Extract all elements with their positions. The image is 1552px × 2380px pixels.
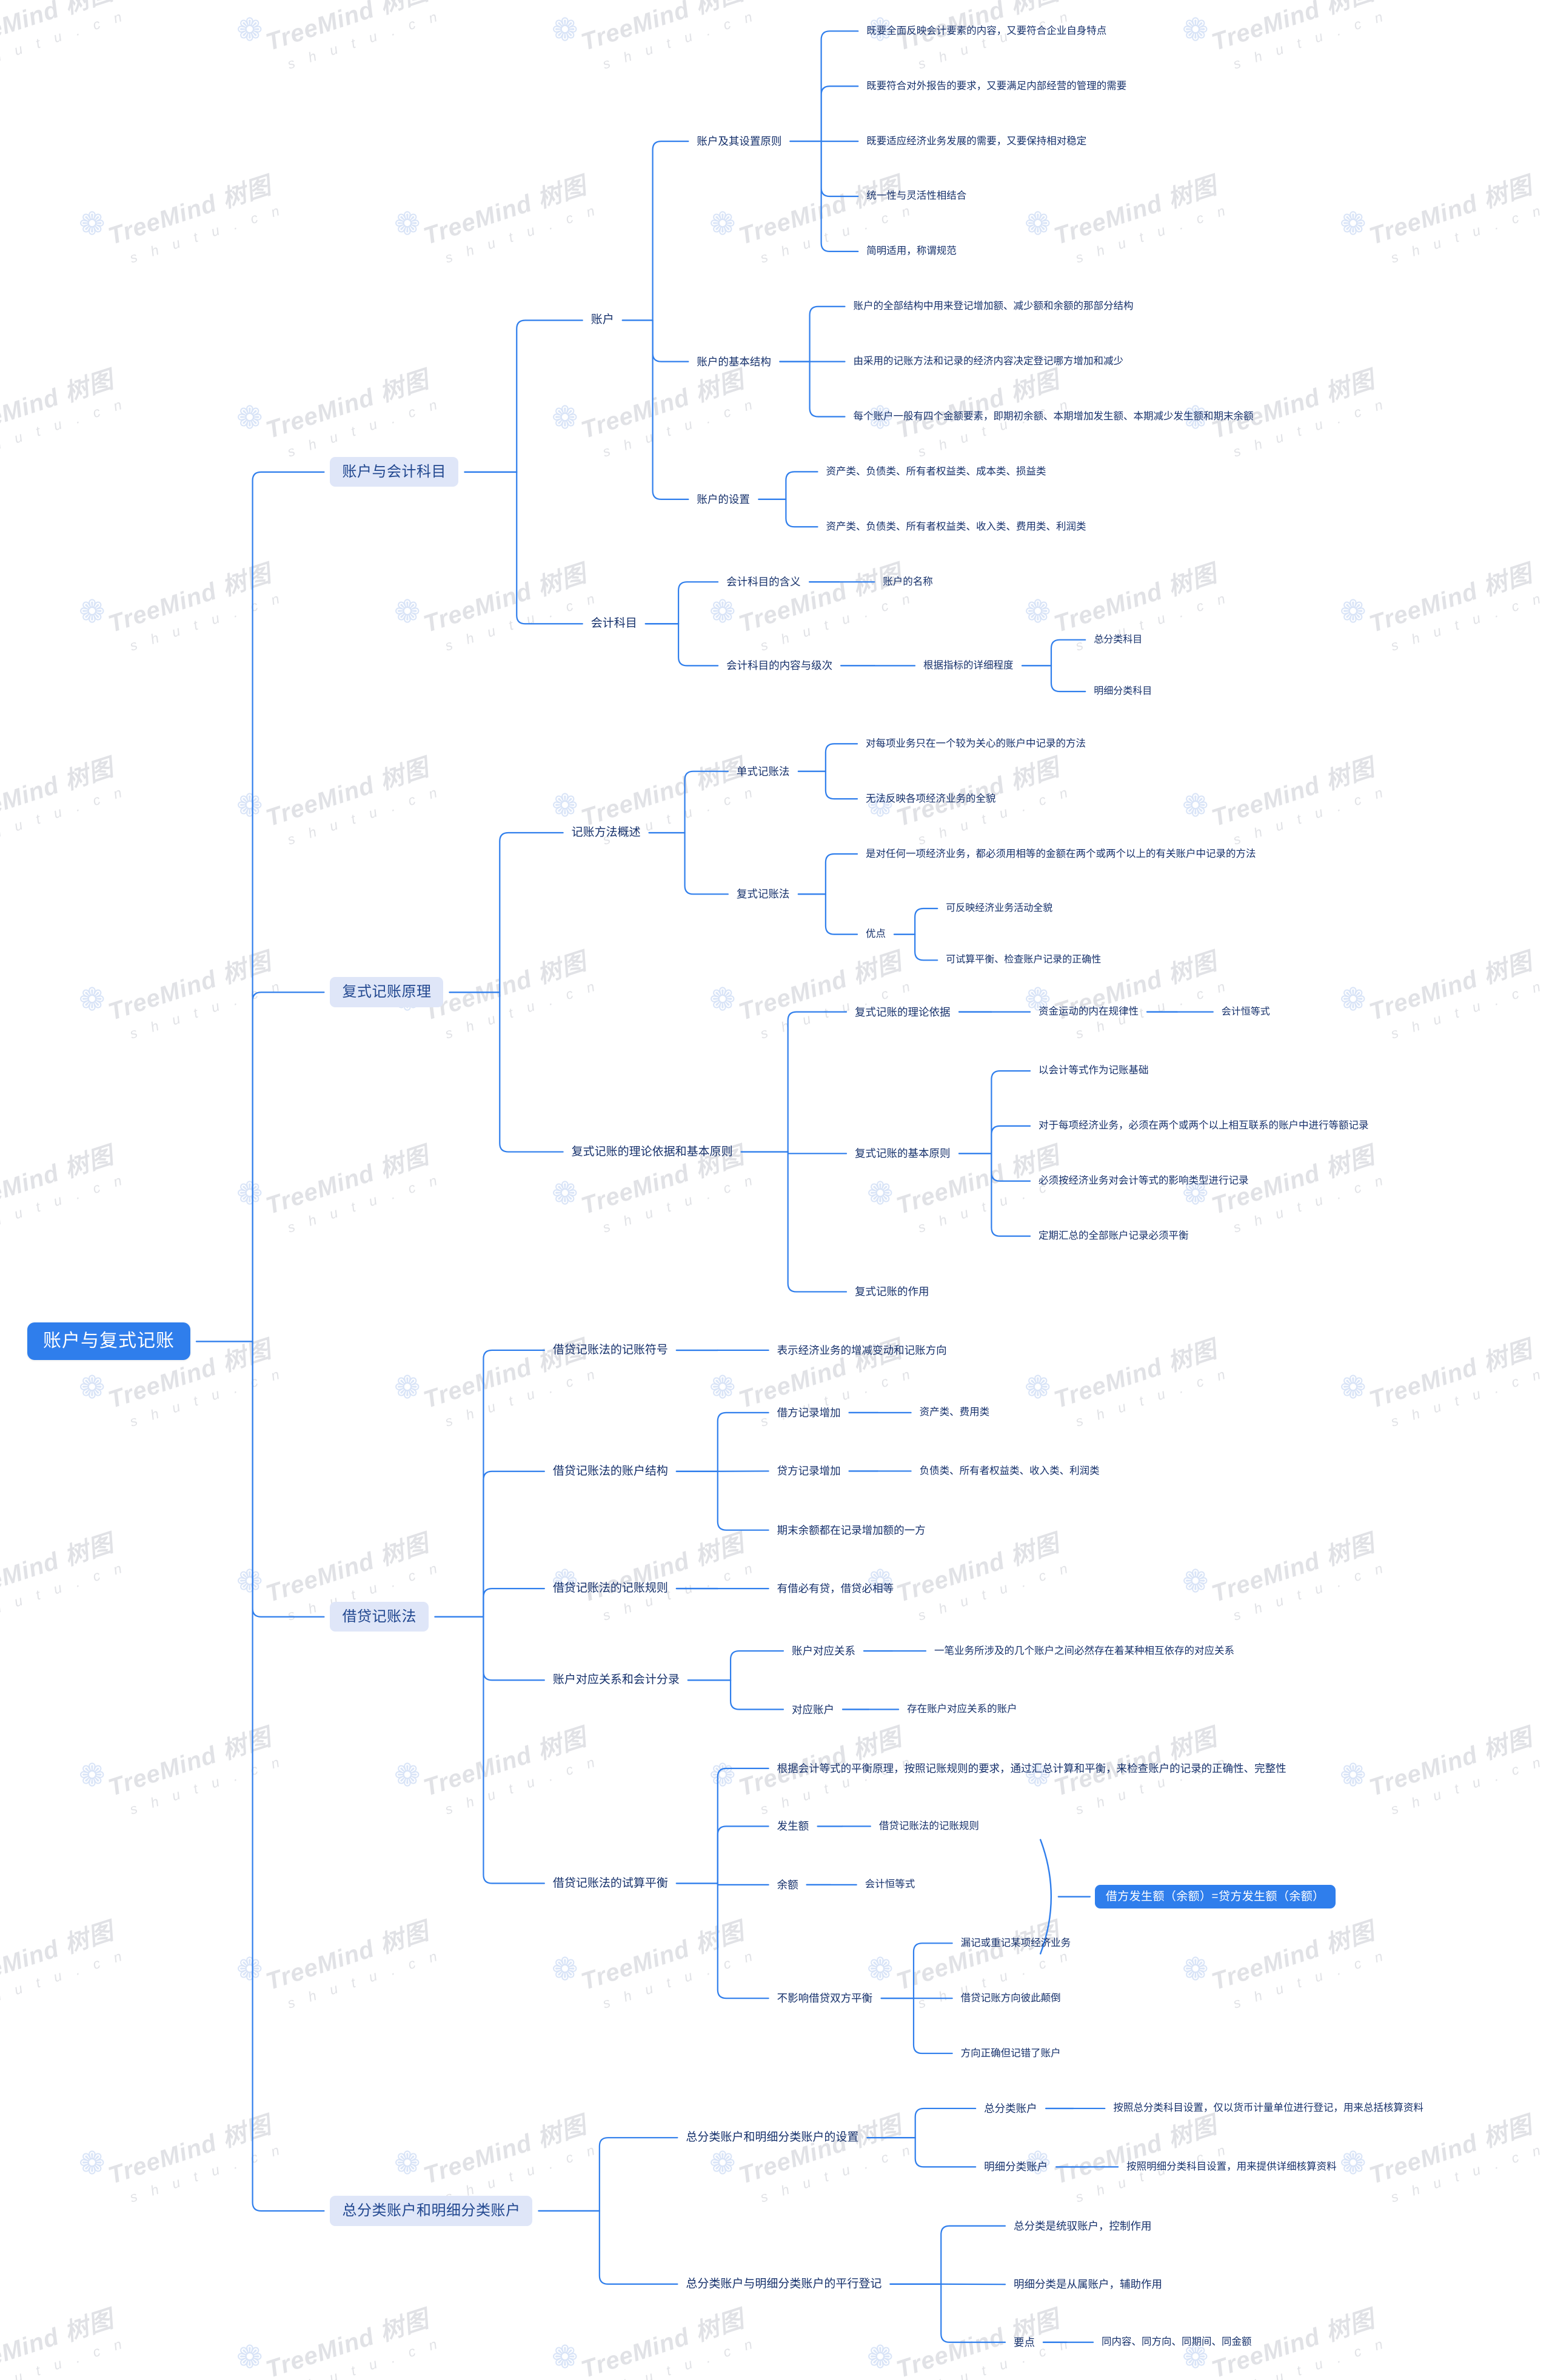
node-d2-0-2-4[interactable]: 借贷记账法的试算平衡	[550, 1876, 671, 1892]
node-d4-0-1-0-1-0[interactable]: 是对任何一项经济业务，都必须用相等的金额在两个或两个以上的有关账户中记录的方法	[863, 847, 1259, 861]
node-d2-0-2-1[interactable]: 借贷记账法的账户结构	[550, 1464, 671, 1479]
node-d4-0-0-0-2-1[interactable]: 资产类、负债类、所有者权益类、收入类、费用类、利润类	[824, 520, 1089, 534]
node-d4-0-0-0-1-2[interactable]: 每个账户一般有四个金额要素，即期初余额、本期增加发生额、本期减少发生额和期末余额	[851, 410, 1256, 424]
node-d4-0-2-3-1-0[interactable]: 存在账户对应关系的账户	[905, 1702, 1020, 1716]
node-d3-0-2-3-0[interactable]: 账户对应关系	[789, 1644, 858, 1658]
node-d4-0-0-0-1-0[interactable]: 账户的全部结构中用来登记增加额、减少额和余额的那部分结构	[851, 299, 1136, 313]
node-d4-0-0-0-1-1[interactable]: 由采用的记账方法和记录的经济内容决定登记哪方增加和减少	[851, 355, 1126, 368]
node-d3-0-0-0-1[interactable]: 账户的基本结构	[694, 355, 774, 369]
node-d3-0-1-1-0[interactable]: 复式记账的理论依据	[852, 1005, 953, 1019]
node-d3-0-2-2-0[interactable]: 有借必有贷，借贷必相等	[775, 1581, 897, 1596]
node-d4-0-0-0-0-0[interactable]: 既要全面反映会计要素的内容，又要符合企业自身特点	[864, 24, 1109, 38]
node-d2-0-1-0[interactable]: 记账方法概述	[569, 825, 643, 841]
node-d3-0-1-0-1[interactable]: 复式记账法	[734, 887, 792, 901]
node-d5-0-1-1-0-0-0[interactable]: 会计恒等式	[1219, 1005, 1273, 1019]
node-d2-0-1-1[interactable]: 复式记账的理论依据和基本原则	[569, 1144, 735, 1160]
node-d2-0-0-1[interactable]: 会计科目	[589, 616, 640, 632]
node-d4-0-3-1-2-0[interactable]: 同内容、同方向、同期间、同金额	[1099, 2335, 1254, 2349]
node-d5-0-0-1-1-0-1[interactable]: 明细分类科目	[1091, 685, 1154, 698]
node-d3-0-2-1-2[interactable]: 期末余额都在记录增加额的一方	[775, 1523, 928, 1538]
node-d3-0-0-0-2[interactable]: 账户的设置	[694, 492, 752, 507]
node-d4-0-2-4-1-0[interactable]: 借贷记账法的记账规则	[877, 1819, 982, 1833]
node-d3-0-2-3-1[interactable]: 对应账户	[789, 1702, 837, 1717]
node-d4-0-3-0-1-0[interactable]: 按照明细分类科目设置，用来提供详细核算资料	[1124, 2160, 1339, 2174]
node-d3-0-3-1-1[interactable]: 明细分类是从属账户，辅助作用	[1011, 2277, 1165, 2292]
node-d4-0-1-0-0-0[interactable]: 对每项业务只在一个较为关心的账户中记录的方法	[863, 737, 1088, 751]
highlighted-formula-node[interactable]: 借方发生额（余额）=贷方发生额（余额）	[1094, 1884, 1336, 1909]
node-d2-0-3-1[interactable]: 总分类账户与明细分类账户的平行登记	[683, 2276, 884, 2292]
node-d2-0-2-2[interactable]: 借贷记账法的记账规则	[550, 1581, 671, 1596]
root-node[interactable]: 账户与复式记账	[27, 1322, 190, 1361]
node-d3-0-0-1-1[interactable]: 会计科目的内容与级次	[724, 658, 835, 673]
node-d4-0-2-4-3-1[interactable]: 借贷记账方向彼此颠倒	[958, 1992, 1063, 2005]
node-d2-0-2-3[interactable]: 账户对应关系和会计分录	[550, 1672, 682, 1688]
node-d3-0-3-0-0[interactable]: 总分类账户	[982, 2101, 1040, 2116]
node-d4-0-2-1-0-0[interactable]: 资产类、费用类	[917, 1405, 992, 1419]
node-d4-0-0-0-0-4[interactable]: 简明适用，称谓规范	[864, 244, 959, 258]
node-d3-0-3-1-2[interactable]: 要点	[1011, 2335, 1037, 2350]
node-d3-0-2-4-2[interactable]: 余额	[775, 1878, 801, 1892]
node-d3-0-3-0-1[interactable]: 明细分类账户	[982, 2159, 1050, 2174]
node-d3-0-2-1-0[interactable]: 借方记录增加	[775, 1405, 843, 1420]
node-d1-0-1[interactable]: 复式记账原理	[330, 977, 444, 1007]
node-d5-0-0-1-1-0-0[interactable]: 总分类科目	[1091, 633, 1145, 647]
mindmap-canvas: 账户与复式记账 账户与会计科目 账户 账户及其设置原则 既要全面反映会计要素的内容，又要…	[0, 0, 1552, 2380]
node-d5-0-1-0-1-1-0[interactable]: 可反映经济业务活动全貌	[943, 902, 1055, 915]
node-d3-0-1-1-1[interactable]: 复式记账的基本原则	[852, 1146, 953, 1161]
node-d2-0-2-0[interactable]: 借贷记账法的记账符号	[550, 1342, 671, 1358]
node-d2-0-3-0[interactable]: 总分类账户和明细分类账户的设置	[683, 2130, 861, 2145]
node-d4-0-1-1-1-3[interactable]: 定期汇总的全部账户记录必须平衡	[1036, 1229, 1191, 1243]
node-d3-0-1-1-2[interactable]: 复式记账的作用	[852, 1284, 932, 1299]
node-d1-0-2[interactable]: 借贷记账法	[330, 1601, 429, 1632]
node-d4-0-2-4-3-0[interactable]: 漏记或重记某项经济业务	[958, 1936, 1074, 1950]
node-d5-0-1-0-1-1-1[interactable]: 可试算平衡、检查账户记录的正确性	[943, 953, 1103, 967]
node-d4-0-1-1-1-2[interactable]: 必须按经济业务对会计等式的影响类型进行记录	[1036, 1174, 1251, 1188]
node-d1-0-3[interactable]: 总分类账户和明细分类账户	[330, 2195, 533, 2226]
node-d4-0-0-1-0-0[interactable]: 账户的名称	[880, 575, 935, 589]
node-d3-0-2-0-0[interactable]: 表示经济业务的增减变动和记账方向	[775, 1343, 949, 1358]
node-d4-0-1-1-0-0[interactable]: 资金运动的内在规律性	[1036, 1005, 1141, 1019]
node-d4-0-0-0-0-3[interactable]: 统一性与灵活性相结合	[864, 189, 969, 203]
node-d4-0-0-0-0-1[interactable]: 既要符合对外报告的要求，又要满足内部经营的管理的需要	[864, 79, 1129, 93]
node-d2-0-0-0[interactable]: 账户	[589, 312, 617, 328]
node-d4-0-1-0-0-1[interactable]: 无法反映各项经济业务的全貌	[863, 792, 998, 806]
node-d4-0-3-0-0-0[interactable]: 按照总分类科目设置，仅以货币计量单位进行登记，用来总括核算资料	[1111, 2101, 1426, 2115]
node-d4-0-0-1-1-0[interactable]: 根据指标的详细程度	[921, 659, 1016, 673]
node-d4-0-0-0-0-2[interactable]: 既要适应经济业务发展的需要，又要保持相对稳定	[864, 135, 1089, 148]
node-d4-0-2-4-3-2[interactable]: 方向正确但记错了账户	[958, 2047, 1063, 2061]
node-d3-0-3-1-0[interactable]: 总分类是统驭账户，控制作用	[1011, 2219, 1154, 2233]
node-d4-0-2-1-1-0[interactable]: 负债类、所有者权益类、收入类、利润类	[917, 1464, 1102, 1478]
node-d3-0-1-0-0[interactable]: 单式记账法	[734, 764, 792, 779]
node-d4-0-1-1-1-0[interactable]: 以会计等式作为记账基础	[1036, 1064, 1151, 1078]
node-d3-0-0-1-0[interactable]: 会计科目的含义	[724, 575, 803, 589]
node-d1-0-0[interactable]: 账户与会计科目	[330, 456, 458, 487]
node-d3-0-2-4-3[interactable]: 不影响借贷双方平衡	[775, 1991, 875, 2005]
node-d3-0-0-0-0[interactable]: 账户及其设置原则	[694, 134, 784, 148]
node-d3-0-2-1-1[interactable]: 贷方记录增加	[775, 1464, 843, 1478]
node-d4-0-2-3-0-0[interactable]: 一笔业务所涉及的几个账户之间必然存在着某种相互依存的对应关系	[932, 1644, 1237, 1658]
node-d3-0-2-4-1[interactable]: 发生额	[775, 1819, 812, 1833]
node-d3-0-2-4-0[interactable]: 根据会计等式的平衡原理，按照记账规则的要求，通过汇总计算和平衡，来检查账户的记录…	[775, 1761, 1289, 1776]
node-d4-0-1-1-1-1[interactable]: 对于每项经济业务，必须在两个或两个以上相互联系的账户中进行等额记录	[1036, 1119, 1371, 1133]
node-d4-0-2-4-2-0[interactable]: 会计恒等式	[863, 1878, 918, 1892]
node-d4-0-0-0-2-0[interactable]: 资产类、负债类、所有者权益类、成本类、损益类	[824, 465, 1049, 479]
node-d4-0-1-0-1-1[interactable]: 优点	[863, 927, 888, 941]
